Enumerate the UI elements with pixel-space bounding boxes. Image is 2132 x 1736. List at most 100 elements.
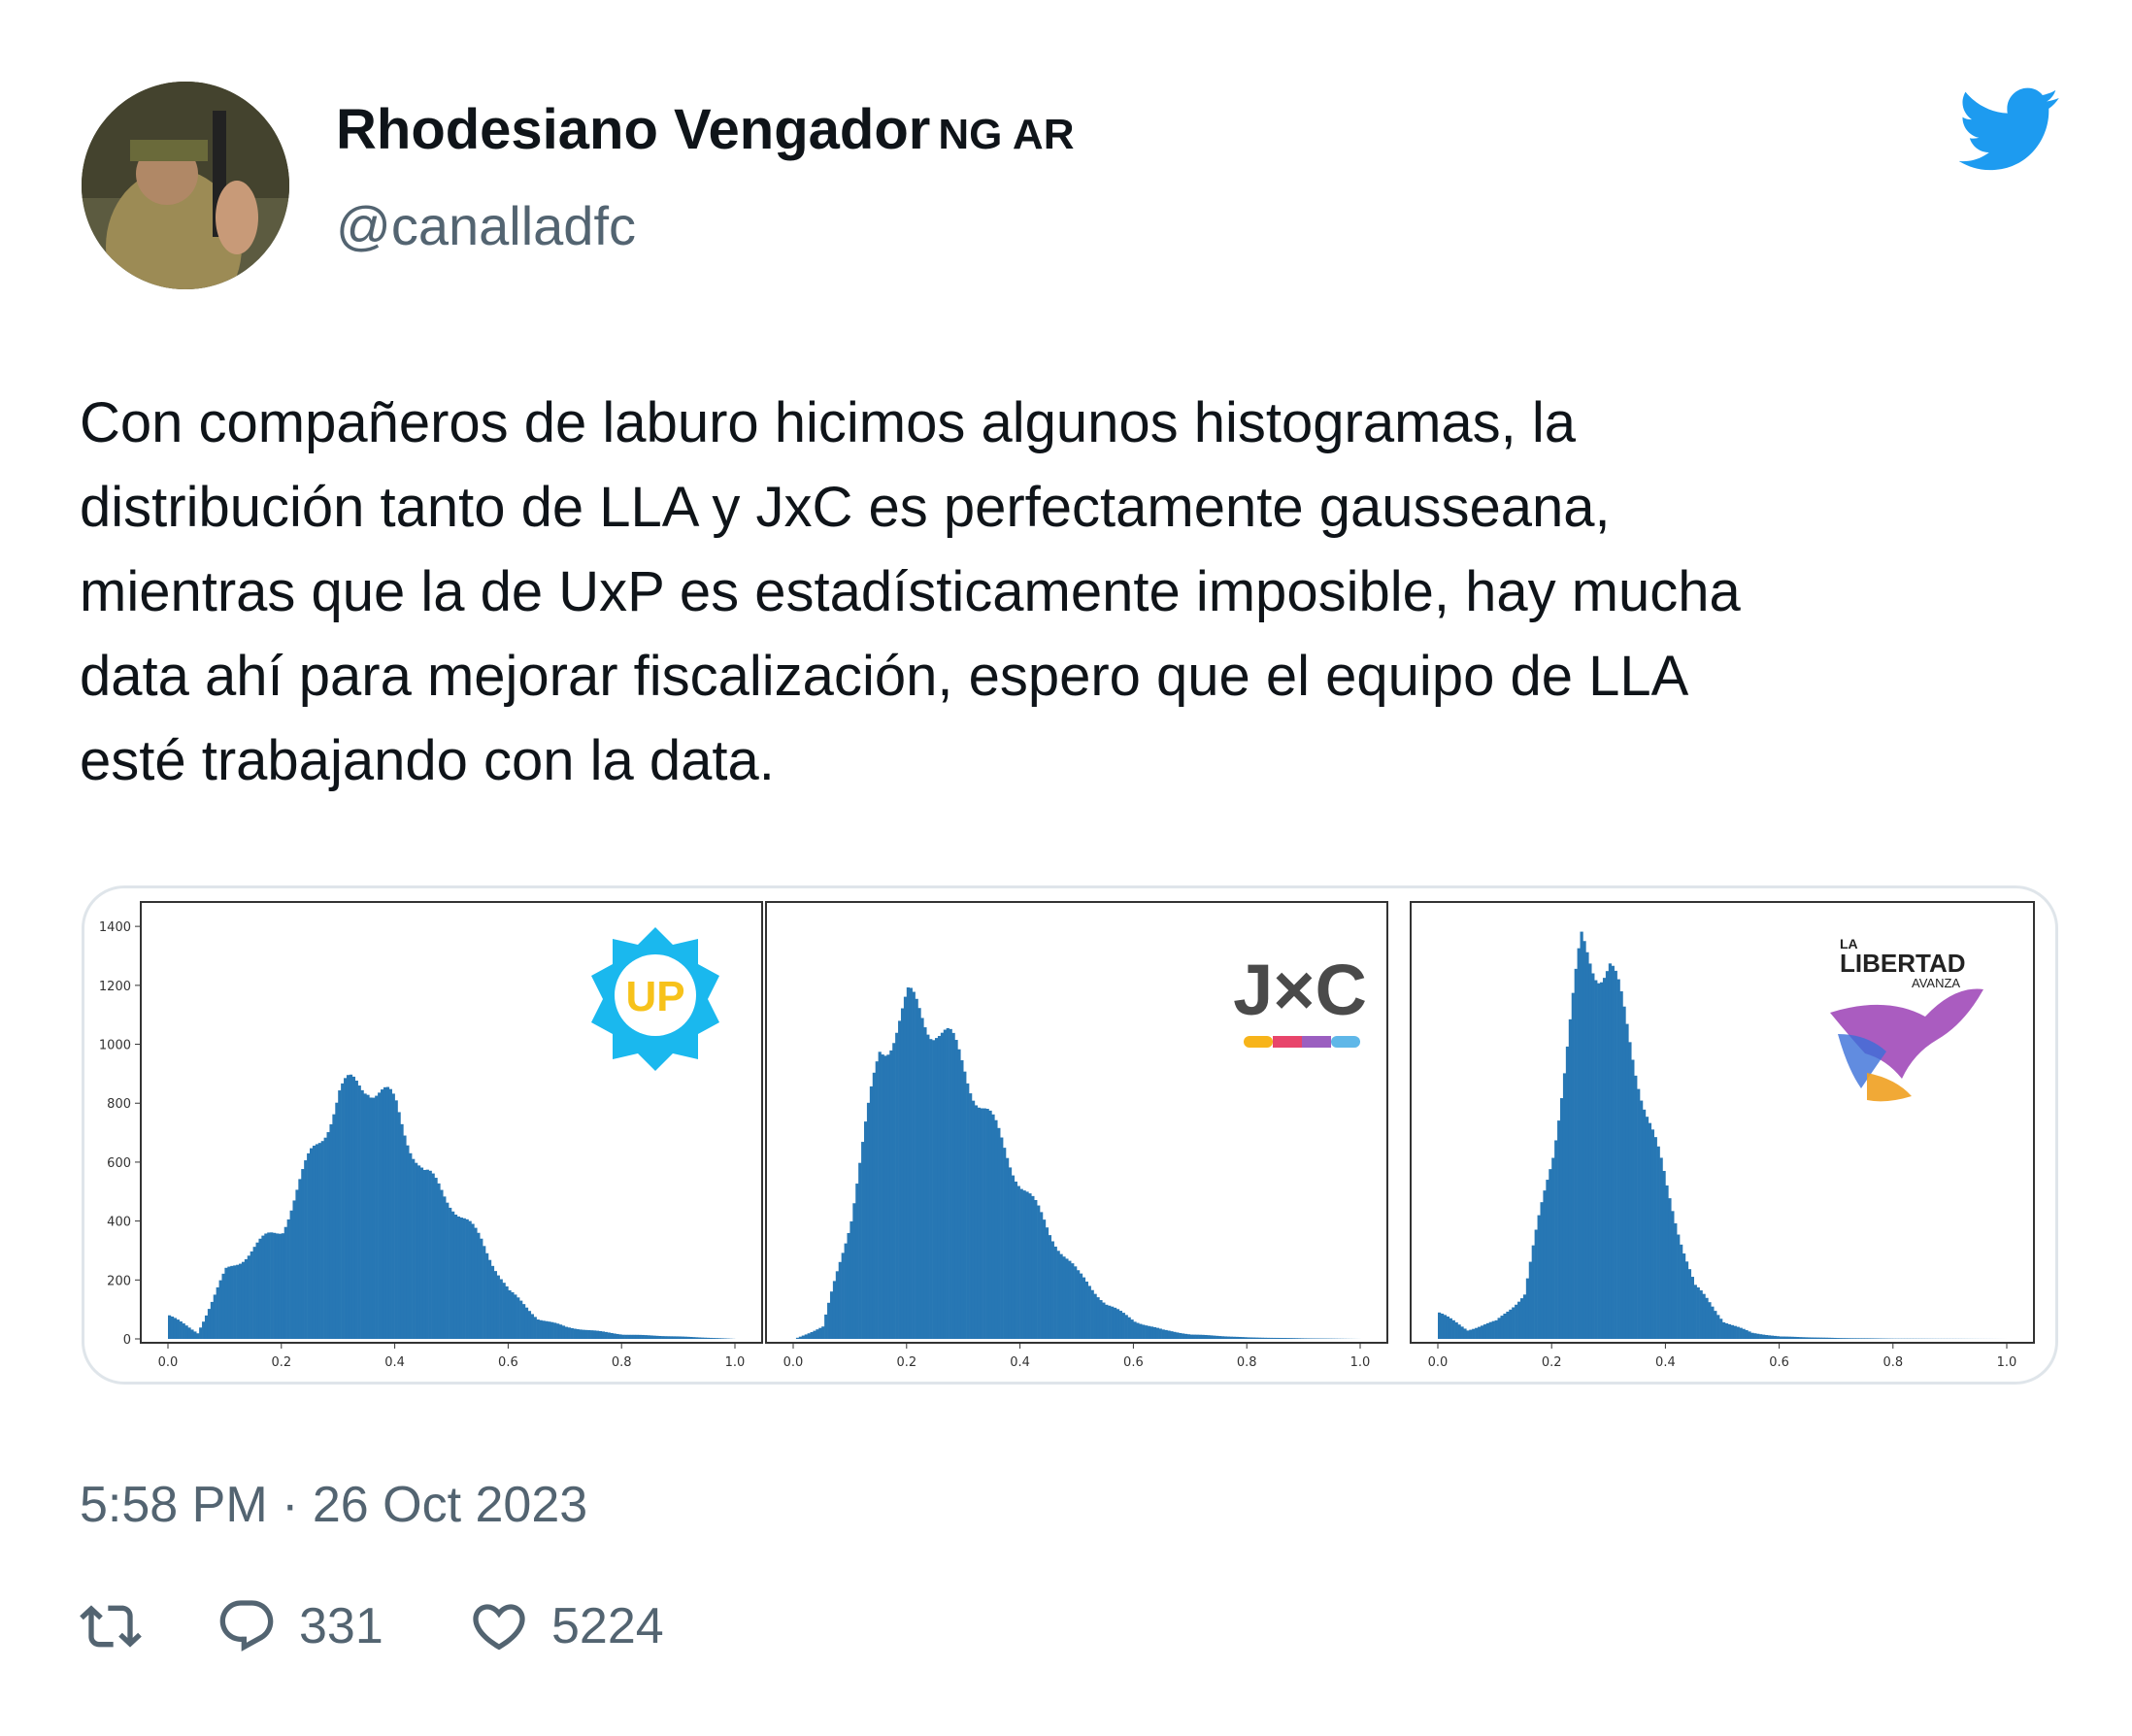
histogram-bar xyxy=(218,1280,222,1339)
histogram-bar xyxy=(1622,1006,1626,1339)
histogram-bar xyxy=(273,1232,277,1339)
histogram-bar xyxy=(1705,1297,1709,1339)
histogram-bar xyxy=(1149,1326,1154,1339)
histogram-bar xyxy=(1605,971,1610,1339)
histogram-bar xyxy=(216,1286,219,1339)
histogram-bar xyxy=(949,1028,952,1339)
histogram-bar xyxy=(1124,1315,1128,1339)
histogram-bar xyxy=(1565,1046,1570,1339)
histogram-bar xyxy=(239,1263,243,1339)
histogram-bar xyxy=(1482,1324,1487,1339)
histogram-bar xyxy=(971,1100,976,1339)
user-handle[interactable]: @canalladfc xyxy=(336,194,636,257)
histogram-bar xyxy=(247,1255,250,1339)
histogram-bar xyxy=(977,1107,982,1339)
histogram-bar xyxy=(1113,1307,1117,1339)
histogram-bar xyxy=(1179,1332,1183,1339)
histogram-bar xyxy=(698,1337,702,1339)
histogram-bar xyxy=(514,1294,517,1339)
histogram-bar xyxy=(875,1061,879,1339)
histogram-bar xyxy=(1173,1331,1177,1339)
histogram-bar xyxy=(898,1020,902,1339)
histogram-bar xyxy=(1093,1293,1097,1339)
histogram-bar xyxy=(700,1337,705,1339)
histogram-bar xyxy=(1056,1251,1060,1339)
histogram-bar xyxy=(264,1233,268,1339)
histogram-bar xyxy=(1714,1311,1717,1339)
histogram-bar xyxy=(409,1152,413,1339)
avatar[interactable] xyxy=(82,82,289,289)
histogram-bar xyxy=(1745,1329,1749,1339)
histogram-bar xyxy=(661,1336,665,1339)
twitter-bird-icon[interactable] xyxy=(1959,87,2060,173)
histogram-bar xyxy=(1852,1338,1857,1339)
tweet-media[interactable]: 0.0 0.2 0.4 0.6 0.8 1.0 0 200 400 600 800 1000 1200 1… xyxy=(82,885,2058,1385)
histogram-bar xyxy=(471,1223,475,1339)
histogram-bar xyxy=(1042,1219,1047,1339)
histogram-bar xyxy=(1730,1324,1735,1339)
histogram-bar xyxy=(692,1337,696,1339)
histogram-bar xyxy=(1121,1313,1125,1339)
histogram-bar xyxy=(1068,1260,1072,1339)
histogram-bar xyxy=(1528,1261,1532,1339)
histogram-bar xyxy=(1182,1333,1185,1339)
histogram-bar xyxy=(304,1160,308,1339)
histogram-bar xyxy=(493,1271,498,1339)
histogram-bar xyxy=(1189,1334,1194,1339)
histogram-bar xyxy=(1286,1338,1290,1339)
histogram-bar xyxy=(1207,1335,1211,1339)
histogram-bar xyxy=(650,1335,653,1339)
histogram-bar xyxy=(312,1145,316,1339)
histogram-bar xyxy=(923,1027,927,1339)
histogram-bar xyxy=(485,1252,489,1339)
histogram-bar xyxy=(1244,1337,1248,1339)
histogram-bar xyxy=(1155,1327,1159,1339)
tweet-timestamp[interactable]: 5:58 PM · 26 Oct 2023 xyxy=(80,1476,587,1534)
x-tick-label: 0.6 xyxy=(1769,1355,1789,1370)
histogram-bar xyxy=(1677,1234,1681,1339)
histogram-bar xyxy=(1519,1298,1524,1339)
histogram-bar xyxy=(1183,1333,1188,1339)
histogram-bar xyxy=(1577,948,1581,1339)
histogram-bar xyxy=(824,1314,828,1339)
histogram-bar xyxy=(1170,1331,1174,1339)
histogram-bar xyxy=(391,1093,395,1339)
histogram-bar xyxy=(1634,1075,1638,1339)
histogram-bar xyxy=(190,1329,194,1339)
histogram-bar xyxy=(446,1202,450,1339)
histogram-bar xyxy=(647,1335,650,1339)
histogram-bar xyxy=(1102,1302,1106,1339)
y-tick-label: 800 xyxy=(107,1097,131,1112)
histogram-up: 0.0 0.2 0.4 0.6 0.8 1.00200400600800100012001… xyxy=(99,901,763,1370)
histogram-bar xyxy=(807,1333,811,1339)
histogram-bar xyxy=(250,1251,253,1339)
histogram-bar xyxy=(323,1137,327,1339)
histogram-bar xyxy=(985,1109,989,1339)
histogram-bar xyxy=(193,1331,197,1339)
histogram-bar xyxy=(926,1034,930,1339)
histogram-bar xyxy=(629,1334,634,1339)
histogram-bar xyxy=(1164,1329,1168,1339)
display-name[interactable]: Rhodesiano Vengador NG AR xyxy=(336,97,1074,162)
histogram-bar xyxy=(351,1076,356,1339)
histogram-bar xyxy=(940,1032,945,1339)
histogram-bar xyxy=(1306,1338,1310,1339)
histogram-bar xyxy=(1087,1285,1091,1339)
histogram-bar xyxy=(1790,1336,1794,1339)
histogram-bar xyxy=(440,1189,444,1339)
histogram-bar xyxy=(906,987,911,1339)
histogram-bar xyxy=(1158,1328,1162,1339)
histogram-bar xyxy=(394,1100,398,1339)
histogram-bar xyxy=(474,1227,478,1339)
retweet-button[interactable] xyxy=(80,1592,142,1660)
histogram-bar xyxy=(997,1127,1001,1339)
histogram-bar xyxy=(1551,1157,1555,1339)
like-button[interactable]: 5224 xyxy=(468,1592,664,1660)
histogram-bar xyxy=(883,1055,887,1339)
histogram-bar xyxy=(1289,1338,1293,1339)
histogram-bar xyxy=(1522,1294,1527,1339)
histogram-bar xyxy=(892,1043,896,1339)
histogram-bar xyxy=(451,1211,455,1339)
histogram-bar xyxy=(349,1074,353,1339)
reply-button[interactable]: 331 xyxy=(216,1592,383,1660)
